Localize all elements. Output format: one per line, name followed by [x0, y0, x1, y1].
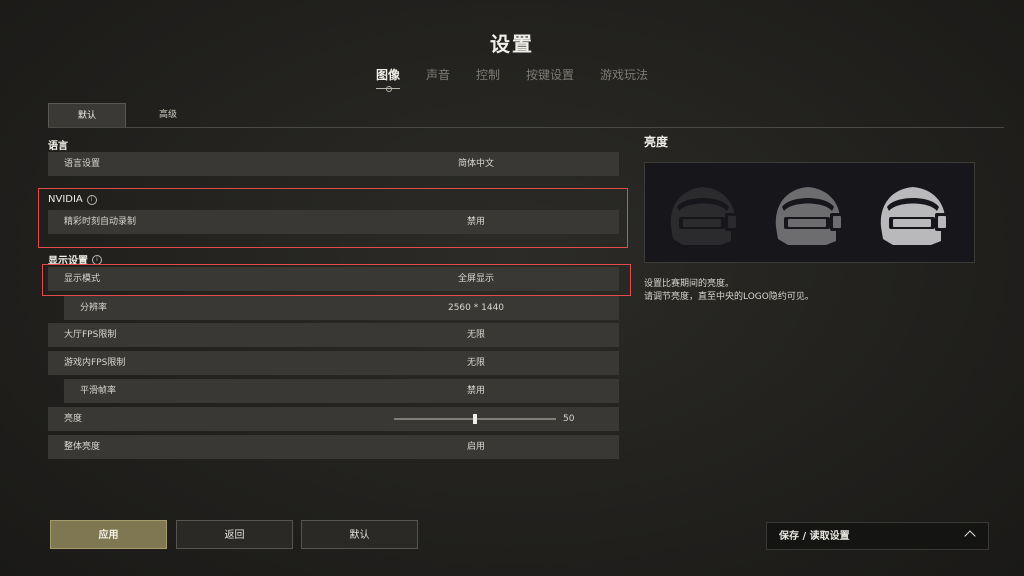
row-label: 精彩时刻自动录制: [64, 217, 137, 227]
row-smooth-framerate[interactable]: 平滑帧率 禁用: [64, 379, 619, 403]
info-icon[interactable]: i: [92, 254, 102, 265]
subtab-default[interactable]: 默认: [48, 103, 126, 127]
row-resolution[interactable]: 分辨率 2560 * 1440: [64, 296, 619, 320]
tab-gameplay[interactable]: 游戏玩法: [600, 66, 648, 89]
row-value[interactable]: 无限: [428, 323, 524, 347]
row-label: 分辨率: [80, 303, 108, 313]
section-nvidia: NVIDIA i: [48, 194, 97, 205]
section-language: 语言: [48, 137, 68, 152]
row-label: 大厅FPS限制: [64, 330, 117, 340]
row-label: 显示模式: [64, 274, 101, 284]
row-lobby-fps[interactable]: 大厅FPS限制 无限: [48, 323, 619, 347]
apply-button[interactable]: 应用: [50, 520, 167, 549]
row-value[interactable]: 2560 * 1440: [428, 296, 524, 320]
row-highlights-record[interactable]: 精彩时刻自动录制 禁用: [48, 210, 619, 234]
save-load-label: 保存 / 读取设置: [779, 531, 850, 542]
row-label: 亮度: [64, 414, 83, 424]
helmet-logos: [670, 187, 949, 245]
back-button[interactable]: 返回: [176, 520, 293, 549]
info-icon[interactable]: i: [86, 194, 97, 205]
default-button[interactable]: 默认: [301, 520, 418, 549]
tab-sound[interactable]: 声音: [426, 66, 450, 89]
section-language-label: 语言: [48, 141, 68, 152]
row-label: 语言设置: [64, 159, 101, 169]
row-ingame-fps[interactable]: 游戏内FPS限制 无限: [48, 351, 619, 375]
main-tabs: 图像 声音 控制 按键设置 游戏玩法: [0, 66, 1024, 92]
row-overall-brightness[interactable]: 整体亮度 启用: [48, 435, 619, 459]
brightness-slider-thumb[interactable]: [473, 414, 477, 424]
row-value[interactable]: 禁用: [428, 210, 524, 234]
section-display: 显示设置 i: [48, 252, 102, 267]
row-value[interactable]: 无限: [428, 351, 524, 375]
brightness-description: 设置比赛期间的亮度。 请调节亮度，直至中央的LOGO隐约可见。: [644, 278, 814, 304]
row-brightness[interactable]: 亮度 50: [48, 407, 619, 431]
tab-control[interactable]: 控制: [476, 66, 500, 89]
row-label: 游戏内FPS限制: [64, 358, 126, 368]
save-load-settings-button[interactable]: 保存 / 读取设置: [766, 522, 989, 550]
helmet-logo-mid: [775, 187, 844, 245]
tab-graphics[interactable]: 图像: [375, 66, 400, 92]
row-label: 整体亮度: [64, 442, 101, 452]
section-display-label: 显示设置: [48, 256, 88, 267]
row-value[interactable]: 禁用: [428, 379, 524, 403]
row-label: 平滑帧率: [80, 386, 117, 396]
row-display-mode[interactable]: 显示模式 全屏显示: [48, 267, 619, 291]
description-line: 请调节亮度，直至中央的LOGO隐约可见。: [644, 292, 814, 302]
row-value[interactable]: 启用: [428, 435, 524, 459]
row-language-setting[interactable]: 语言设置 简体中文: [48, 152, 619, 176]
row-value[interactable]: 简体中文: [428, 152, 524, 176]
row-value[interactable]: 全屏显示: [428, 267, 524, 291]
helmet-logo-dark: [670, 187, 739, 245]
subtab-advanced[interactable]: 高级: [144, 103, 192, 127]
description-line: 设置比赛期间的亮度。: [644, 279, 735, 289]
section-nvidia-label: NVIDIA: [48, 194, 83, 205]
tab-keybindings[interactable]: 按键设置: [526, 66, 574, 89]
brightness-preview: [644, 162, 975, 263]
chevron-up-icon: [964, 530, 976, 542]
brightness-value: 50: [563, 414, 575, 424]
helmet-logo-bright: [880, 187, 949, 245]
subtab-bar: 默认 高级: [48, 103, 1004, 128]
page-title: 设置: [490, 32, 534, 56]
brightness-panel-title: 亮度: [644, 135, 669, 149]
